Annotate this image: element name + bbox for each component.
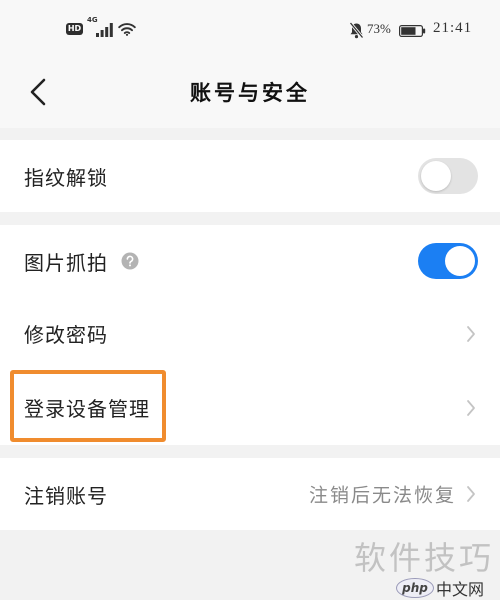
wifi-icon — [118, 23, 136, 36]
hd-badge: HD — [66, 23, 83, 35]
change-password-row[interactable]: 修改密码 — [0, 297, 500, 370]
chevron-right-icon — [467, 399, 475, 416]
page-header: 账号与安全 — [0, 60, 500, 128]
top-area: HD 4G 73% 21:41 账号与安全 — [0, 0, 500, 128]
clock-time: 21:41 — [433, 20, 473, 36]
toggle-knob — [445, 246, 475, 276]
status-bar: HD 4G 73% 21:41 — [0, 0, 500, 60]
page-title: 账号与安全 — [190, 81, 310, 105]
cancel-account-hint: 注销后无法恢复 — [308, 484, 456, 507]
fingerprint-unlock-row[interactable]: 指纹解锁 — [0, 140, 500, 212]
login-device-management-row[interactable]: 登录设备管理 — [0, 370, 500, 445]
cancel-account-label: 注销账号 — [24, 483, 108, 508]
bell-off-icon — [349, 22, 364, 39]
php-logo: php — [396, 578, 434, 598]
chevron-right-icon — [467, 486, 475, 502]
watermark-text: 软件技巧 — [354, 539, 495, 577]
fingerprint-unlock-label: 指纹解锁 — [24, 165, 108, 190]
toggle-knob — [421, 161, 451, 191]
chevron-right-icon — [467, 325, 475, 342]
photo-capture-label: 图片抓拍 — [24, 250, 108, 275]
change-password-label: 修改密码 — [24, 323, 108, 347]
question-circle-icon[interactable] — [121, 252, 139, 270]
cancel-account-row[interactable]: 注销账号 注销后无法恢复 — [0, 458, 500, 530]
watermark-site-name: 中文网 — [436, 580, 485, 599]
photo-capture-toggle[interactable] — [418, 243, 478, 279]
photo-capture-row[interactable]: 图片抓拍 — [0, 225, 500, 297]
login-device-management-label: 登录设备管理 — [24, 397, 150, 421]
fingerprint-unlock-toggle[interactable] — [418, 158, 478, 194]
battery-percent: 73% — [367, 21, 391, 36]
signal-bars-icon — [96, 23, 113, 37]
battery-icon — [399, 25, 426, 37]
